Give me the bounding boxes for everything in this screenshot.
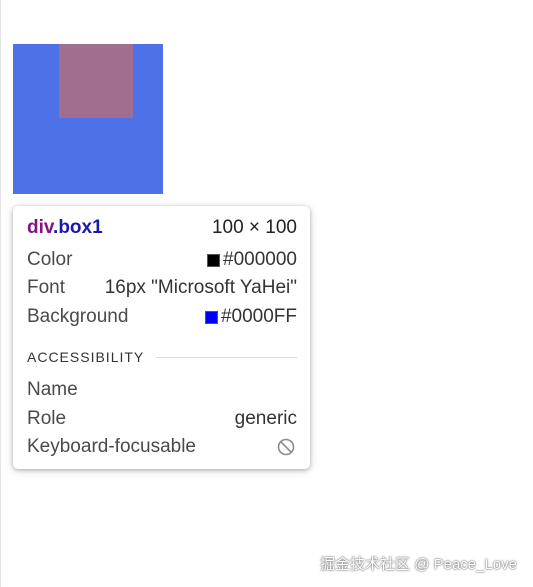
background-value-group: #0000FF xyxy=(204,306,297,328)
class-name: .box1 xyxy=(53,217,103,238)
background-row: Background #0000FF xyxy=(27,305,297,329)
font-value: 16px "Microsoft YaHei" xyxy=(104,277,297,298)
background-label: Background xyxy=(27,306,129,327)
inner-element-box xyxy=(59,44,133,118)
left-edge-divider xyxy=(0,0,1,587)
tag-name: div xyxy=(27,217,54,238)
background-swatch-icon xyxy=(204,310,218,324)
role-label: Role xyxy=(27,408,67,429)
page: div.box1 100 × 100 Color #000000 Font 16… xyxy=(0,0,533,587)
section-divider xyxy=(156,356,297,358)
role-row: Role generic xyxy=(27,407,297,431)
keyboard-focusable-row: Keyboard-focusable xyxy=(27,435,297,459)
font-row: Font 16px "Microsoft YaHei" xyxy=(27,276,297,300)
font-label: Font xyxy=(27,277,66,298)
color-value-group: #000000 xyxy=(207,249,297,271)
watermark: 掘金技术社区 @ Peace_Love xyxy=(320,556,517,573)
color-row: Color #000000 xyxy=(27,248,297,272)
keyboard-focusable-label: Keyboard-focusable xyxy=(27,436,196,457)
element-selector: div.box1 xyxy=(27,217,103,239)
name-row: Name xyxy=(27,378,297,402)
tooltip-header: div.box1 100 × 100 xyxy=(27,216,297,240)
accessibility-section-header: ACCESSIBILITY xyxy=(27,347,297,367)
inspect-tooltip: div.box1 100 × 100 Color #000000 Font 16… xyxy=(13,206,310,469)
role-value: generic xyxy=(234,408,297,429)
accessibility-title: ACCESSIBILITY xyxy=(27,349,145,365)
color-swatch-icon xyxy=(207,253,221,267)
name-label: Name xyxy=(27,379,78,400)
background-value: #0000FF xyxy=(220,306,297,327)
ban-icon xyxy=(277,438,295,456)
element-dimensions: 100 × 100 xyxy=(211,217,297,238)
color-value: #000000 xyxy=(223,249,297,270)
color-label: Color xyxy=(27,249,73,270)
inspected-element-box[interactable] xyxy=(13,44,163,194)
